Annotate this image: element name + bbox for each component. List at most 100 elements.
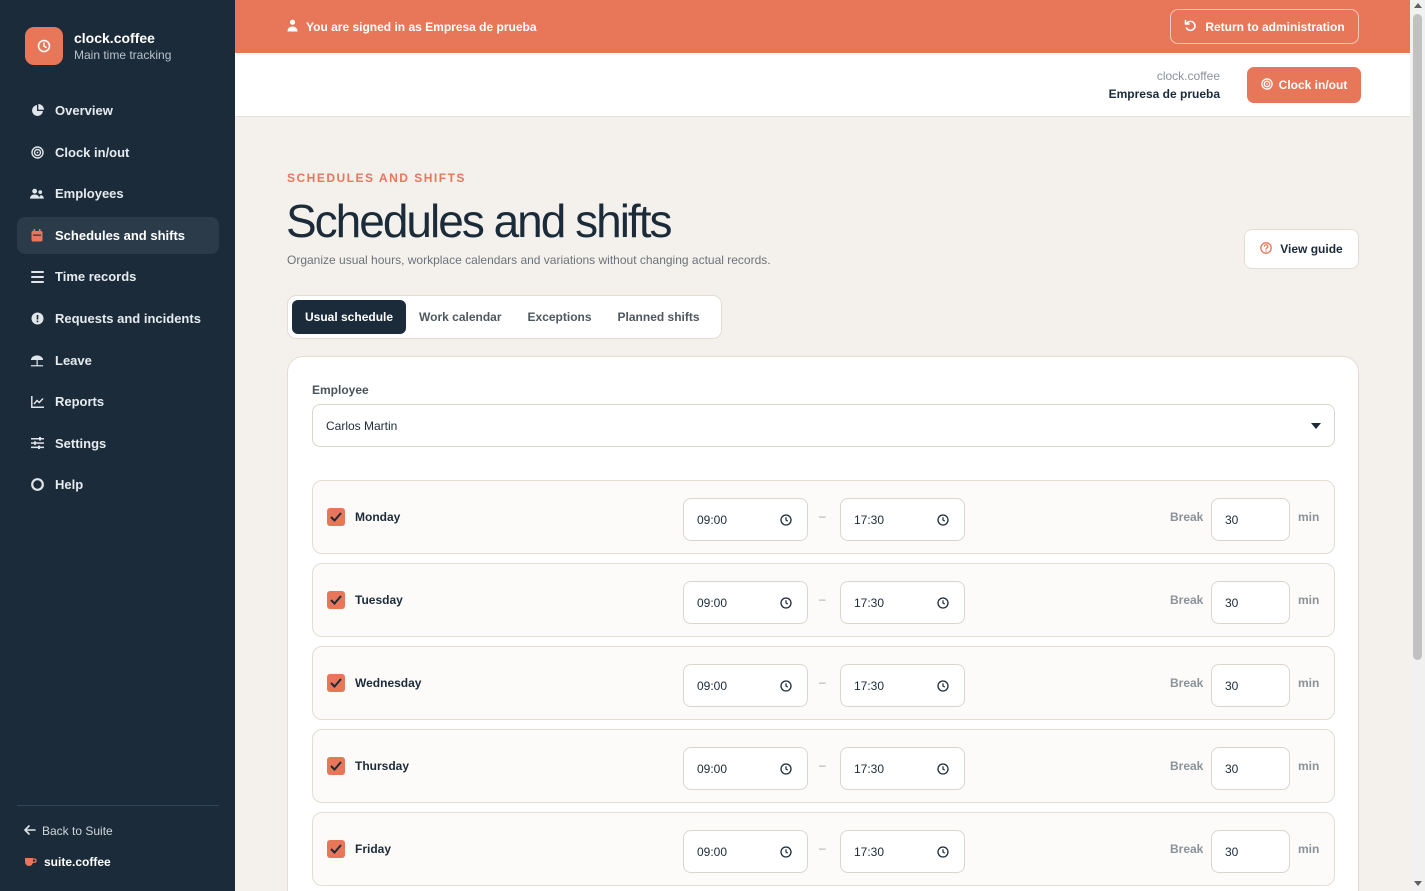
day-name: Friday — [355, 842, 392, 856]
start-time-value: 09:00 — [697, 761, 728, 776]
sidebar-divider — [17, 805, 219, 806]
clock-icon[interactable] — [780, 597, 792, 612]
start-time-input[interactable]: 09:00 — [683, 830, 808, 873]
return-button-label: Return to administration — [1205, 19, 1345, 34]
time-range-separator: – — [819, 841, 826, 855]
chevron-down-icon — [1311, 423, 1321, 429]
start-time-value: 09:00 — [697, 844, 728, 859]
brand[interactable]: clock.coffee Main time tracking — [25, 27, 171, 65]
day-checkbox-friday[interactable] — [327, 840, 345, 858]
return-to-administration-button[interactable]: Return to administration — [1170, 9, 1359, 44]
check-icon — [330, 595, 342, 605]
clock-icon[interactable] — [937, 514, 949, 529]
minutes-unit-label: min — [1298, 759, 1320, 773]
day-row-monday: Monday 09:00 – 17:30 Break 30 min — [312, 480, 1335, 554]
pie-chart-icon — [30, 104, 44, 118]
sidebar-item-help[interactable]: Help — [17, 466, 219, 503]
break-label: Break — [1170, 510, 1204, 524]
start-time-input[interactable]: 09:00 — [683, 664, 808, 707]
tab-usual-schedule[interactable]: Usual schedule — [292, 300, 407, 334]
view-guide-label: View guide — [1280, 242, 1343, 256]
scroll-down-arrow-icon[interactable] — [1414, 881, 1422, 886]
sidebar-item-overview[interactable]: Overview — [17, 92, 219, 129]
day-checkbox-tuesday[interactable] — [327, 591, 345, 609]
day-checkbox-wednesday[interactable] — [327, 674, 345, 692]
employee-select-value: Carlos Martin — [326, 418, 398, 433]
brand-name: clock.coffee — [74, 30, 155, 46]
end-time-value: 17:30 — [854, 512, 885, 527]
sidebar-item-label: Time records — [55, 269, 137, 285]
sidebar-item-label: Help — [55, 477, 84, 493]
end-time-input[interactable]: 17:30 — [840, 498, 965, 541]
clock-icon[interactable] — [780, 514, 792, 529]
break-minutes-input[interactable]: 30 — [1211, 581, 1290, 624]
sidebar-item-employees[interactable]: Employees — [17, 175, 219, 212]
start-time-input[interactable]: 09:00 — [683, 581, 808, 624]
end-time-input[interactable]: 17:30 — [840, 830, 965, 873]
undo-icon — [1184, 19, 1197, 35]
back-to-suite-label: Back to Suite — [42, 824, 113, 838]
day-row-friday: Friday 09:00 – 17:30 Break 30 min — [312, 812, 1335, 886]
check-icon — [330, 844, 342, 854]
view-guide-button[interactable]: View guide — [1244, 229, 1359, 269]
day-row-wednesday: Wednesday 09:00 – 17:30 Break 30 min — [312, 646, 1335, 720]
time-range-separator: – — [819, 758, 826, 772]
start-time-value: 09:00 — [697, 595, 728, 610]
scrollbar-thumb[interactable] — [1413, 14, 1422, 660]
header-app-name: clock.coffee — [1156, 69, 1220, 83]
day-checkbox-monday[interactable] — [327, 508, 345, 526]
scroll-up-arrow-icon[interactable] — [1414, 3, 1422, 8]
clock-in-out-button[interactable]: Clock in/out — [1247, 67, 1361, 103]
minutes-unit-label: min — [1298, 842, 1320, 856]
time-range-separator: – — [819, 592, 826, 606]
suite-brand: suite.coffee — [24, 855, 111, 869]
end-time-input[interactable]: 17:30 — [840, 747, 965, 790]
suite-brand-name: suite.coffee — [44, 855, 111, 869]
employee-select[interactable]: Carlos Martin — [312, 404, 1335, 447]
end-time-input[interactable]: 17:30 — [840, 581, 965, 624]
clock-icon[interactable] — [780, 846, 792, 861]
break-minutes-input[interactable]: 30 — [1211, 747, 1290, 790]
break-minutes-input[interactable]: 30 — [1211, 830, 1290, 873]
minutes-unit-label: min — [1298, 676, 1320, 690]
clock-icon[interactable] — [937, 846, 949, 861]
sidebar-item-leave[interactable]: Leave — [17, 342, 219, 379]
sidebar-item-requests[interactable]: Requests and incidents — [17, 300, 219, 337]
time-range-separator: – — [819, 675, 826, 689]
sidebar-item-clock[interactable]: Clock in/out — [17, 134, 219, 171]
user-icon — [287, 19, 298, 35]
end-time-input[interactable]: 17:30 — [840, 664, 965, 707]
page-subtitle: Organize usual hours, workplace calendar… — [287, 253, 771, 267]
tab-work-calendar[interactable]: Work calendar — [406, 300, 514, 334]
clock-icon[interactable] — [780, 763, 792, 778]
end-time-value: 17:30 — [854, 678, 885, 693]
start-time-input[interactable]: 09:00 — [683, 747, 808, 790]
help-circle-icon — [1260, 241, 1273, 257]
break-minutes-input[interactable]: 30 — [1211, 498, 1290, 541]
header-organization: clock.coffee Empresa de prueba — [1109, 68, 1220, 102]
sidebar-item-schedules[interactable]: Schedules and shifts — [17, 216, 219, 254]
usual-schedule-card: Employee Carlos Martin Monday 09:00 – 17… — [287, 356, 1359, 891]
time-range-separator: – — [819, 509, 826, 523]
tab-exceptions[interactable]: Exceptions — [515, 300, 605, 334]
day-checkbox-thursday[interactable] — [327, 757, 345, 775]
break-minutes-input[interactable]: 30 — [1211, 664, 1290, 707]
schedule-tabs: Usual schedule Work calendar Exceptions … — [287, 295, 722, 339]
sidebar-item-settings[interactable]: Settings — [17, 425, 219, 462]
back-to-suite-link[interactable]: Back to Suite — [24, 824, 113, 838]
clock-icon[interactable] — [937, 763, 949, 778]
tab-planned-shifts[interactable]: Planned shifts — [605, 300, 713, 334]
users-icon — [30, 187, 44, 201]
clock-icon[interactable] — [937, 597, 949, 612]
alert-circle-icon — [30, 311, 44, 325]
clock-icon[interactable] — [780, 680, 792, 695]
sidebar-item-label: Reports — [55, 394, 105, 410]
fingerprint-icon — [30, 145, 44, 159]
impersonation-banner: You are signed in as Empresa de prueba R… — [235, 0, 1410, 53]
end-time-value: 17:30 — [854, 844, 885, 859]
start-time-input[interactable]: 09:00 — [683, 498, 808, 541]
sidebar-item-time-records[interactable]: Time records — [17, 258, 219, 295]
sidebar-item-reports[interactable]: Reports — [17, 383, 219, 420]
page-scrollbar[interactable] — [1410, 0, 1425, 891]
clock-icon[interactable] — [937, 680, 949, 695]
